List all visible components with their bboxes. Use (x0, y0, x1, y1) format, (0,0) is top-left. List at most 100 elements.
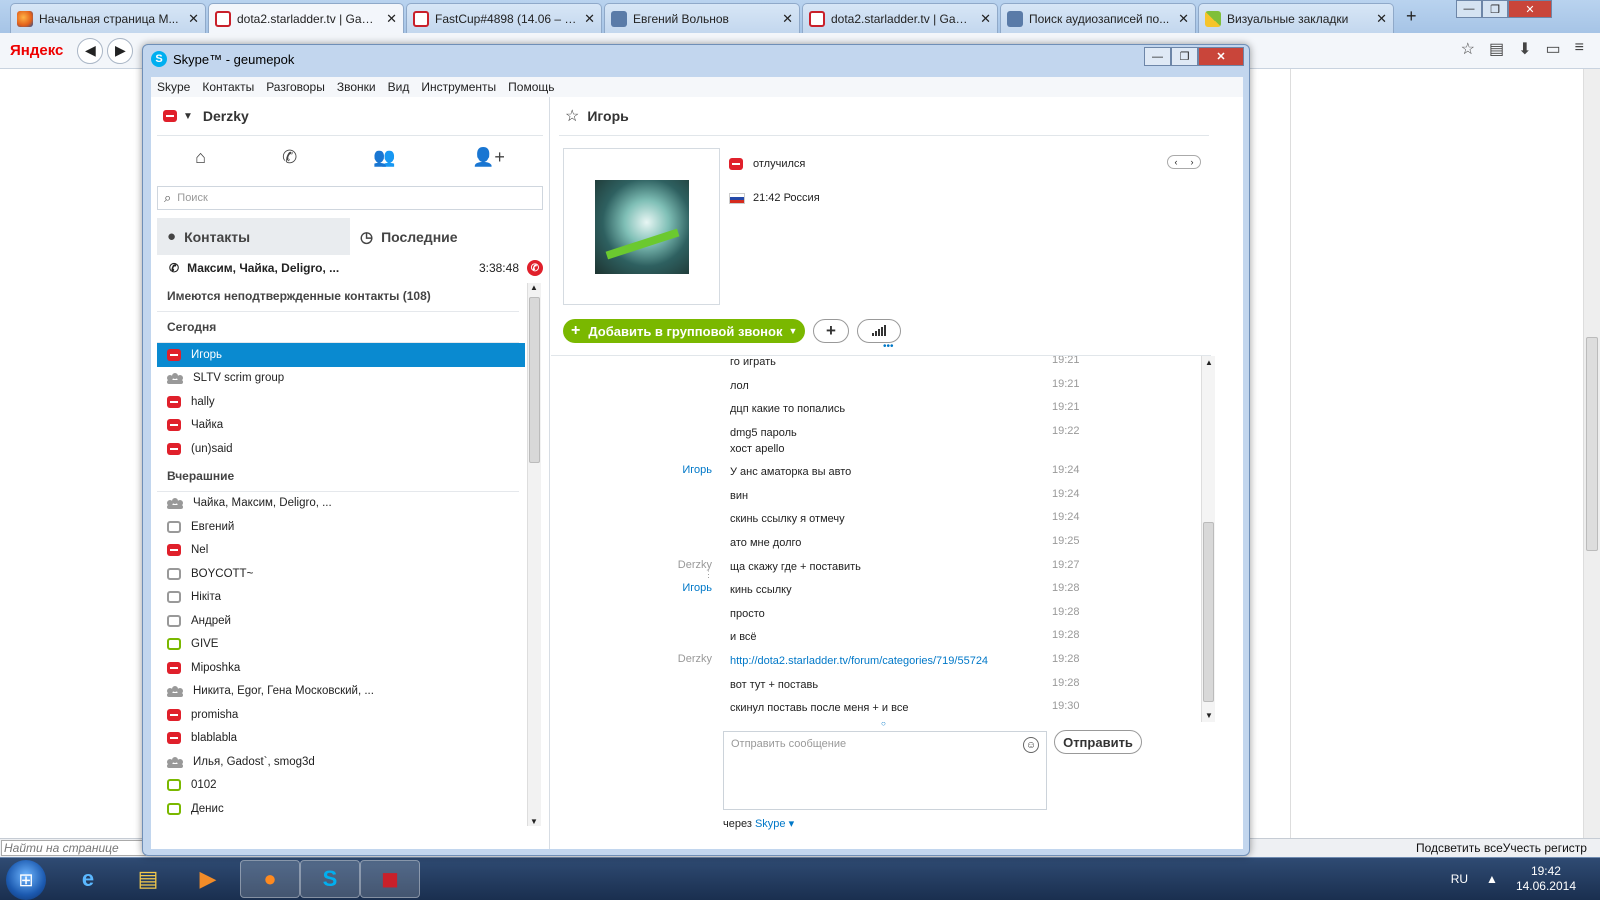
tab-recent[interactable]: ◷ Последние (350, 218, 543, 255)
menu-item[interactable]: Вид (388, 80, 410, 94)
contact-row[interactable]: 0102 (157, 774, 525, 798)
search-input[interactable]: ⌕ Поиск (157, 186, 543, 210)
hang-up-button[interactable]: ✆ (527, 260, 543, 276)
contact-row[interactable]: Чайка (157, 414, 525, 438)
page-scrollbar[interactable] (1583, 69, 1600, 845)
message-sender[interactable]: Игорь (682, 464, 712, 476)
scroll-down-icon[interactable]: ▼ (1205, 711, 1213, 720)
maximize-button[interactable]: ❐ (1482, 0, 1508, 18)
user-status[interactable]: ▼ Derzky (163, 105, 249, 127)
close-tab-icon[interactable]: ✕ (980, 11, 991, 27)
message-sender[interactable]: Игорь (682, 582, 712, 594)
scroll-up-icon[interactable]: ▲ (1205, 358, 1213, 367)
contact-row[interactable]: hally (157, 390, 525, 414)
contact-row[interactable]: Игорь (157, 343, 525, 367)
scroll-thumb[interactable] (1586, 337, 1598, 551)
browser-tab[interactable]: dota2.starladder.tv | Gam... ✕ (802, 3, 998, 33)
contact-row[interactable]: Евгений (157, 515, 525, 539)
add-button[interactable]: + (813, 319, 849, 343)
contact-row[interactable]: Никита, Egor, Гена Московский, ... (157, 680, 525, 704)
close-tab-icon[interactable]: ✕ (782, 11, 793, 27)
contact-row[interactable]: SLTV scrim group (157, 367, 525, 391)
minimize-button[interactable]: — (1456, 0, 1482, 18)
contact-row[interactable]: promisha (157, 703, 525, 727)
contact-row[interactable]: GIVE (157, 633, 525, 657)
unconfirmed-contacts[interactable]: Имеются неподтвержденные контакты (108) (157, 281, 519, 312)
contact-row[interactable]: Nel (157, 539, 525, 563)
close-tab-icon[interactable]: ✕ (584, 11, 595, 27)
message-link[interactable]: http://dota2.starladder.tv/forum/categor… (730, 655, 988, 667)
contact-row[interactable]: blablabla (157, 727, 525, 751)
download-icon[interactable]: ⬇ (1518, 39, 1531, 59)
clock[interactable]: 19:42 14.06.2014 (1516, 864, 1576, 894)
menu-item[interactable]: Контакты (202, 80, 254, 94)
add-contact-icon[interactable]: 👤+ (472, 147, 505, 175)
active-call-row[interactable]: ✆ Максим, Чайка, Deligro, ... 3:38:48 ✆ (157, 257, 543, 279)
window-icon[interactable]: ▭ (1546, 39, 1561, 59)
close-tab-icon[interactable]: ✕ (1376, 11, 1387, 27)
skype-taskbar-icon[interactable]: S (300, 860, 360, 898)
phone-icon[interactable]: ✆ (282, 147, 297, 175)
add-to-group-call-button[interactable]: + Добавить в групповой звонок ▼ (563, 319, 805, 343)
browser-tab[interactable]: Начальная страница M... ✕ (10, 3, 206, 33)
language-indicator[interactable]: RU (1451, 872, 1468, 886)
close-tab-icon[interactable]: ✕ (188, 11, 199, 27)
find-options[interactable]: Подсветить всеУчесть регистр (1416, 841, 1587, 855)
scroll-down-icon[interactable]: ▼ (530, 817, 538, 826)
scroll-thumb[interactable] (529, 297, 540, 463)
browser-tab[interactable]: FastCup#4898 (14.06 – 14... ✕ (406, 3, 602, 33)
contact-row[interactable]: (un)said (157, 437, 525, 461)
contact-row[interactable]: BOYCOTT~ (157, 562, 525, 586)
contact-row[interactable]: Чайка, Максим, Deligro, ... (157, 492, 525, 516)
message-sender[interactable]: Derzky (678, 653, 712, 665)
menu-item[interactable]: Звонки (337, 80, 376, 94)
contact-row[interactable]: Денис (157, 797, 525, 821)
skype-minimize-button[interactable]: — (1144, 47, 1171, 66)
close-button[interactable]: ✕ (1508, 0, 1552, 18)
contact-row[interactable]: Андрей (157, 609, 525, 633)
ie-taskbar-icon[interactable]: e (58, 860, 118, 898)
library-icon[interactable]: ▤ (1489, 39, 1504, 59)
contact-row[interactable]: Miposhka (157, 656, 525, 680)
tab-contacts[interactable]: ● Контакты (157, 218, 350, 255)
home-icon[interactable]: ⌂ (195, 147, 206, 175)
call-quality-button[interactable] (857, 319, 901, 343)
menu-item[interactable]: Разговоры (266, 80, 325, 94)
star-icon[interactable]: ☆ (565, 106, 579, 126)
firefox-taskbar-icon[interactable]: ● (240, 860, 300, 898)
message-scrollbar[interactable]: ▲ ▼ (1201, 356, 1215, 722)
menu-item[interactable]: Инструменты (421, 80, 496, 94)
contact-row[interactable]: Нікіта (157, 586, 525, 610)
close-tab-icon[interactable]: ✕ (1178, 11, 1189, 27)
chevron-left-icon[interactable]: ‹ (1168, 156, 1184, 168)
chevron-right-icon[interactable]: › (1184, 156, 1200, 168)
pane-splitter[interactable]: ⋮ (704, 569, 713, 580)
forward-button[interactable]: ▶ (107, 37, 134, 64)
browser-tab[interactable]: Визуальные закладки ✕ (1198, 3, 1394, 33)
menu-item[interactable]: Помощь (508, 80, 554, 94)
dota-taskbar-icon[interactable]: ◼ (360, 860, 420, 898)
menu-icon[interactable]: ≡ (1575, 39, 1584, 59)
browser-tab[interactable]: Поиск аудиозаписей по... ✕ (1000, 3, 1196, 33)
more-icon[interactable]: ••• (883, 341, 894, 352)
close-tab-icon[interactable]: ✕ (386, 11, 397, 27)
skype-maximize-button[interactable]: ❐ (1171, 47, 1198, 66)
avatar[interactable] (595, 180, 689, 274)
skype-close-button[interactable]: ✕ (1198, 47, 1244, 66)
scroll-up-icon[interactable]: ▲ (530, 283, 538, 292)
menu-item[interactable]: Skype (157, 80, 190, 94)
group-icon[interactable]: 👥 (373, 147, 395, 175)
contact-row[interactable]: Илья, Gadost`, smog3d (157, 750, 525, 774)
start-button[interactable]: ⊞ (6, 860, 46, 900)
media-player-taskbar-icon[interactable]: ▶ (178, 860, 238, 898)
bookmark-star-icon[interactable]: ☆ (1461, 39, 1475, 59)
message-input[interactable]: Отправить сообщение (723, 731, 1047, 810)
tray-arrow-icon[interactable]: ▲ (1486, 872, 1498, 886)
browser-tab[interactable]: Евгений Вольнов ✕ (604, 3, 800, 33)
back-button[interactable]: ◀ (77, 37, 104, 64)
find-input[interactable]: Найти на странице (1, 840, 146, 856)
explorer-taskbar-icon[interactable]: ▤ (118, 860, 178, 898)
new-tab-button[interactable]: + (1406, 6, 1417, 27)
send-via[interactable]: через Skype ▾ (723, 817, 794, 830)
browser-tab[interactable]: dota2.starladder.tv | Gam... ✕ (208, 3, 404, 33)
